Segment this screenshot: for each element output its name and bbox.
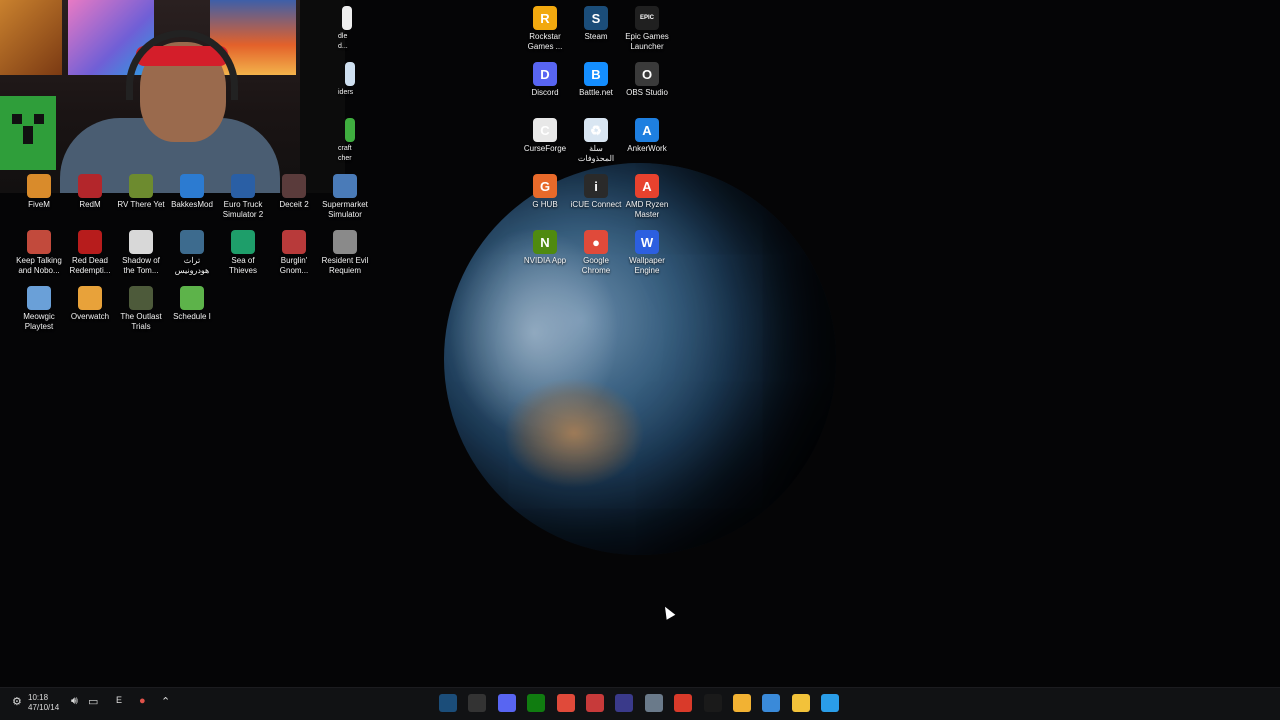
windows-icon[interactable] [821, 694, 840, 712]
monitor-icon[interactable] [586, 694, 604, 712]
battlenet-icon: B [584, 62, 608, 86]
sea-of-thieves-icon [231, 230, 255, 254]
wallpaper-earth [444, 163, 836, 555]
clipped-icon-glyph [345, 62, 355, 86]
clock-date: 47/10/14 [28, 703, 60, 712]
steam-icon[interactable] [439, 694, 457, 712]
discord-icon: D [533, 62, 557, 86]
discord-icon[interactable] [497, 694, 516, 712]
desktop-icon[interactable]: A AnkerWork [621, 118, 673, 154]
clipped-label: iders [338, 89, 354, 96]
mouse-cursor [660, 604, 676, 620]
amd-icon[interactable] [674, 694, 693, 712]
steam-icon: S [584, 6, 608, 30]
desktop-icon[interactable]: EPIC Epic Games Launcher [621, 6, 673, 52]
rdr-icon [78, 230, 102, 254]
rv-icon [129, 174, 153, 198]
clipped-label: dle d... [338, 33, 348, 50]
curseforge-icon: C [533, 118, 557, 142]
nvidia-icon: N [533, 230, 557, 254]
desktop-icon[interactable]: Supermarket Simulator [319, 174, 371, 220]
meowgic-icon [27, 286, 51, 310]
desktop-icon-label: AMD Ryzen Master [625, 200, 669, 219]
redm-icon [78, 174, 102, 198]
settings-icon[interactable]: ⚙ [12, 695, 22, 708]
desktop-icon[interactable]: O OBS Studio [621, 62, 673, 98]
desktop-icon[interactable]: The Outlast Trials [115, 286, 167, 332]
desktop-icon[interactable]: Schedule I [166, 286, 218, 322]
shadow-icon [129, 230, 153, 254]
desktop-icon[interactable]: Euro Truck Simulator 2 [217, 174, 269, 220]
ghub-icon: G [533, 174, 557, 198]
amd-ryzen-icon: A [635, 174, 659, 198]
volume-icon[interactable]: 🔊︎ [71, 695, 78, 708]
rockstar-icon: R [533, 6, 557, 30]
recycle-bin-icon: ♻ [584, 118, 608, 142]
clipped-icon-glyph [342, 6, 352, 30]
razer-icon[interactable] [703, 694, 722, 712]
chrome-icon[interactable] [556, 694, 575, 712]
desktop-icon-label: Wallpaper Engine [629, 256, 665, 275]
clock-time: 10:18 [28, 693, 49, 702]
desktop-icon[interactable]: R Rockstar Games ... [519, 6, 571, 52]
truck-icon [231, 174, 255, 198]
chrome-icon: ● [584, 230, 608, 254]
resident-evil-icon [333, 230, 357, 254]
wallpaper-engine-icon: W [635, 230, 659, 254]
obs-icon: O [635, 62, 659, 86]
remote-desktop-icon[interactable] [762, 694, 781, 712]
obs-icon[interactable] [468, 694, 487, 712]
network-icon[interactable]: ▭ [88, 695, 98, 708]
microphone-icon[interactable]: ● [139, 695, 146, 707]
gear-icon[interactable] [644, 694, 663, 712]
clock[interactable]: 10:18 47/10/14 [28, 693, 59, 713]
gnome-icon [282, 230, 306, 254]
schedule-icon [180, 286, 204, 310]
desktop-icon-label: Resident Evil Requiem [321, 256, 369, 275]
desktop-icon[interactable]: ♻ سلة المحذوفات [570, 118, 622, 164]
arrow-app-icon[interactable] [615, 694, 634, 712]
bomb-icon [27, 230, 51, 254]
desktop-icon[interactable]: A AMD Ryzen Master [621, 174, 673, 220]
store-icon[interactable] [733, 694, 751, 712]
clipped-icon[interactable]: dle d... [338, 6, 356, 52]
creeper-figure [0, 96, 56, 170]
icue-icon: i [584, 174, 608, 198]
clipped-label: craft cher [338, 145, 352, 162]
desktop-icon[interactable]: Resident Evil Requiem [319, 230, 371, 276]
clipped-icon[interactable]: craft cher [338, 118, 362, 164]
poster [0, 0, 62, 75]
desktop-icon-label: AnkerWork [627, 144, 667, 153]
desktop-icon-label: Epic Games Launcher [625, 32, 669, 51]
arabic-game-icon [180, 230, 204, 254]
xbox-icon[interactable] [527, 694, 546, 712]
taskbar: ⚙ 10:18 47/10/14 🔊︎ ▭ E ● ⌃ [0, 687, 1280, 720]
clipped-icon[interactable]: iders [338, 62, 362, 98]
supermarket-icon [333, 174, 357, 198]
bakkesmod-icon [180, 174, 204, 198]
chevron-up-icon[interactable]: ⌃ [161, 695, 170, 708]
folder-icon[interactable] [791, 694, 810, 712]
overwatch-icon [78, 286, 102, 310]
epic-games-icon: EPIC [635, 6, 659, 30]
webcam-overlay [0, 0, 345, 193]
ankerwork-icon: A [635, 118, 659, 142]
desktop-icon-label: Supermarket Simulator [322, 200, 368, 219]
clipped-icon-glyph [345, 118, 355, 142]
input-language[interactable]: E [116, 695, 122, 705]
fivem-icon [27, 174, 51, 198]
desktop-icon-label: OBS Studio [626, 88, 668, 97]
desktop-icon[interactable]: W Wallpaper Engine [621, 230, 673, 276]
outlast-icon [129, 286, 153, 310]
deceit-icon [282, 174, 306, 198]
desktop-icon[interactable]: Meowgic Playtest [13, 286, 65, 332]
desktop-icon-label: Schedule I [173, 312, 211, 321]
